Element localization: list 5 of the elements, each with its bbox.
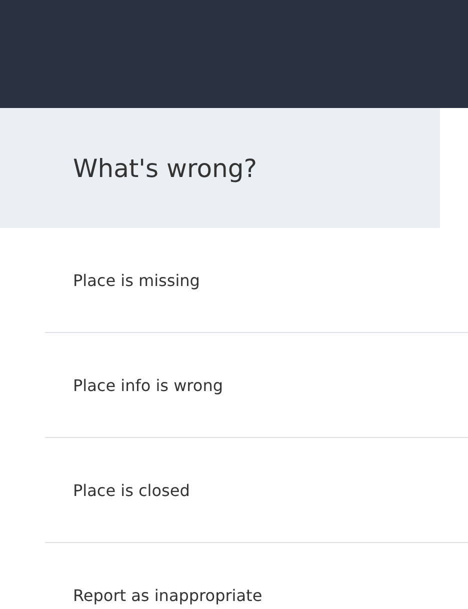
option-item[interactable]: Place is closed [73,480,190,500]
option-item[interactable]: Report as inappropriate [73,586,262,604]
option-item[interactable]: Place info is wrong [73,376,223,394]
option-item[interactable]: Place is missing [73,270,200,290]
heading: What's wrong? [73,154,257,182]
